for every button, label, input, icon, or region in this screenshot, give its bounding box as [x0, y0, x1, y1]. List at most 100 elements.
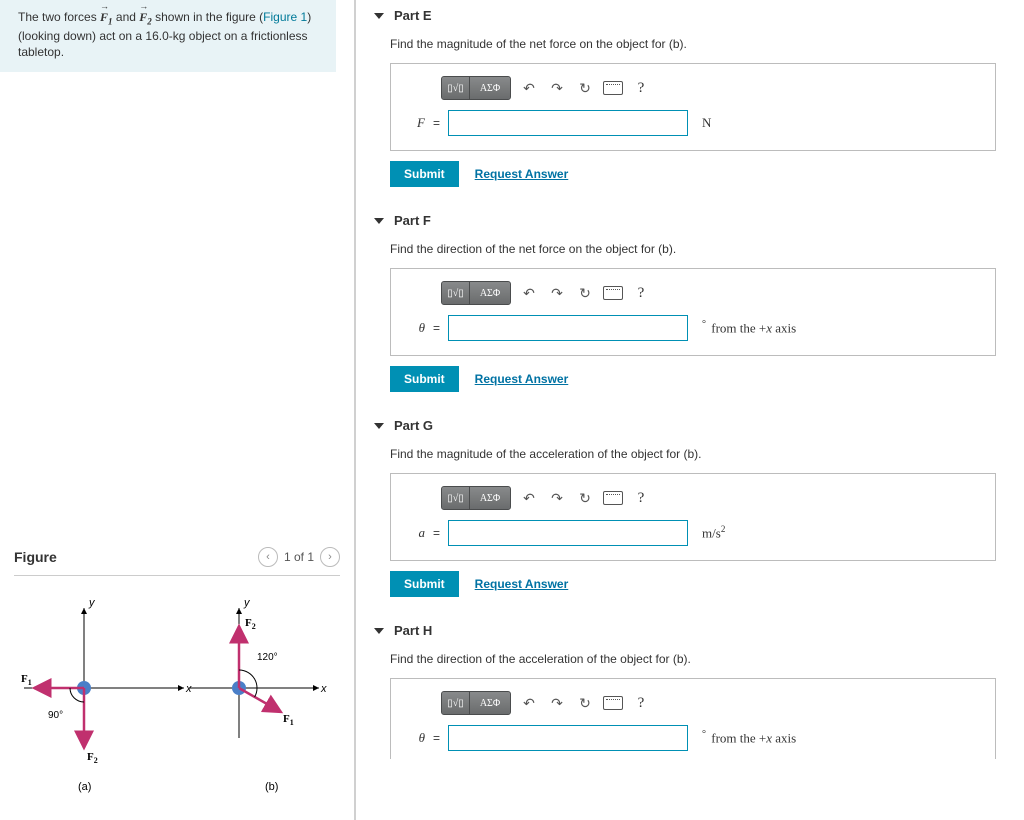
- greek-button[interactable]: ΑΣΦ: [470, 77, 510, 99]
- var-label: a: [405, 525, 425, 541]
- help-icon[interactable]: ?: [631, 488, 651, 508]
- svg-text:x: x: [185, 683, 192, 695]
- reset-icon[interactable]: ↻: [575, 693, 595, 713]
- undo-icon[interactable]: ↶: [519, 693, 539, 713]
- var-label: θ: [405, 320, 425, 336]
- figure-prev-button[interactable]: ‹: [258, 547, 278, 567]
- keyboard-icon[interactable]: [603, 78, 623, 98]
- figure-link[interactable]: Figure 1: [263, 10, 307, 24]
- svg-text:90°: 90°: [48, 710, 63, 721]
- undo-icon[interactable]: ↶: [519, 283, 539, 303]
- redo-icon[interactable]: ↷: [547, 78, 567, 98]
- format-button[interactable]: ▯√▯: [442, 692, 470, 714]
- part-h-answer-box: ▯√▯ ΑΣΦ ↶ ↷ ↻ ? θ = ° from the +x axis: [390, 678, 996, 759]
- request-answer-link[interactable]: Request Answer: [475, 577, 569, 591]
- request-answer-link[interactable]: Request Answer: [475, 167, 569, 181]
- figure-title: Figure: [14, 549, 57, 565]
- answer-input[interactable]: [448, 110, 688, 136]
- part-h-header[interactable]: Part H: [374, 615, 996, 648]
- problem-statement: The two forces F1 and F2 shown in the fi…: [0, 0, 336, 72]
- part-e: Part E Find the magnitude of the net for…: [374, 0, 996, 187]
- unit-label: ° from the +x axis: [702, 319, 796, 336]
- answer-line: θ = ° from the +x axis: [405, 315, 981, 341]
- part-f-answer-box: ▯√▯ ΑΣΦ ↶ ↷ ↻ ? θ = ° from the +x axis: [390, 268, 996, 356]
- figure-nav-text: 1 of 1: [284, 550, 314, 564]
- answer-toolbar: ▯√▯ ΑΣΦ ↶ ↷ ↻ ?: [441, 281, 981, 305]
- part-g-title: Part G: [394, 418, 433, 433]
- greek-button[interactable]: ΑΣΦ: [470, 692, 510, 714]
- right-pane: Part E Find the magnitude of the net for…: [356, 0, 1024, 820]
- svg-text:F2: F2: [87, 751, 98, 765]
- request-answer-link[interactable]: Request Answer: [475, 372, 569, 386]
- format-button[interactable]: ▯√▯: [442, 487, 470, 509]
- answer-input[interactable]: [448, 315, 688, 341]
- part-h-prompt: Find the direction of the acceleration o…: [390, 652, 996, 666]
- part-g-prompt: Find the magnitude of the acceleration o…: [390, 447, 996, 461]
- svg-text:(a): (a): [78, 781, 91, 793]
- redo-icon[interactable]: ↷: [547, 693, 567, 713]
- figure-svg: y x F1 F2 90° (a) y x F2: [14, 588, 334, 810]
- submit-button[interactable]: Submit: [390, 571, 459, 597]
- vector-f2: F2: [139, 10, 152, 24]
- part-g-header[interactable]: Part G: [374, 410, 996, 443]
- answer-input[interactable]: [448, 725, 688, 751]
- svg-text:F1: F1: [283, 713, 294, 727]
- help-icon[interactable]: ?: [631, 78, 651, 98]
- undo-icon[interactable]: ↶: [519, 78, 539, 98]
- greek-button[interactable]: ΑΣΦ: [470, 282, 510, 304]
- format-group: ▯√▯ ΑΣΦ: [441, 691, 511, 715]
- answer-toolbar: ▯√▯ ΑΣΦ ↶ ↷ ↻ ?: [441, 76, 981, 100]
- figure-header: Figure ‹ 1 of 1 ›: [14, 541, 340, 576]
- reset-icon[interactable]: ↻: [575, 488, 595, 508]
- format-button[interactable]: ▯√▯: [442, 77, 470, 99]
- unit-label: N: [702, 115, 711, 131]
- answer-toolbar: ▯√▯ ΑΣΦ ↶ ↷ ↻ ?: [441, 486, 981, 510]
- figure-next-button[interactable]: ›: [320, 547, 340, 567]
- problem-text: The two forces: [18, 10, 100, 24]
- submit-row: Submit Request Answer: [390, 571, 996, 597]
- keyboard-icon[interactable]: [603, 488, 623, 508]
- unit-label: m/s2: [702, 524, 725, 541]
- greek-button[interactable]: ΑΣΦ: [470, 487, 510, 509]
- unit-label: ° from the +x axis: [702, 729, 796, 746]
- svg-text:F1: F1: [21, 673, 32, 687]
- help-icon[interactable]: ?: [631, 693, 651, 713]
- submit-row: Submit Request Answer: [390, 161, 996, 187]
- part-e-header[interactable]: Part E: [374, 0, 996, 33]
- answer-input[interactable]: [448, 520, 688, 546]
- svg-text:(b): (b): [265, 781, 278, 793]
- undo-icon[interactable]: ↶: [519, 488, 539, 508]
- part-h: Part H Find the direction of the acceler…: [374, 615, 996, 759]
- answer-toolbar: ▯√▯ ΑΣΦ ↶ ↷ ↻ ?: [441, 691, 981, 715]
- svg-text:120°: 120°: [257, 652, 278, 663]
- submit-button[interactable]: Submit: [390, 366, 459, 392]
- format-group: ▯√▯ ΑΣΦ: [441, 486, 511, 510]
- caret-down-icon: [374, 628, 384, 634]
- caret-down-icon: [374, 13, 384, 19]
- submit-button[interactable]: Submit: [390, 161, 459, 187]
- redo-icon[interactable]: ↷: [547, 283, 567, 303]
- var-label: F: [405, 115, 425, 131]
- part-e-answer-box: ▯√▯ ΑΣΦ ↶ ↷ ↻ ? F = N: [390, 63, 996, 151]
- help-icon[interactable]: ?: [631, 283, 651, 303]
- keyboard-icon[interactable]: [603, 283, 623, 303]
- part-f-header[interactable]: Part F: [374, 205, 996, 238]
- redo-icon[interactable]: ↷: [547, 488, 567, 508]
- keyboard-icon[interactable]: [603, 693, 623, 713]
- reset-icon[interactable]: ↻: [575, 283, 595, 303]
- part-g-answer-box: ▯√▯ ΑΣΦ ↶ ↷ ↻ ? a = m/s2: [390, 473, 996, 561]
- left-pane: The two forces F1 and F2 shown in the fi…: [0, 0, 356, 820]
- part-e-prompt: Find the magnitude of the net force on t…: [390, 37, 996, 51]
- svg-text:y: y: [243, 597, 251, 609]
- format-button[interactable]: ▯√▯: [442, 282, 470, 304]
- submit-row: Submit Request Answer: [390, 366, 996, 392]
- answer-line: a = m/s2: [405, 520, 981, 546]
- reset-icon[interactable]: ↻: [575, 78, 595, 98]
- answer-line: θ = ° from the +x axis: [405, 725, 981, 751]
- figure-body: y x F1 F2 90° (a) y x F2: [14, 588, 340, 810]
- part-e-title: Part E: [394, 8, 432, 23]
- format-group: ▯√▯ ΑΣΦ: [441, 76, 511, 100]
- part-f: Part F Find the direction of the net for…: [374, 205, 996, 392]
- part-f-title: Part F: [394, 213, 431, 228]
- svg-text:y: y: [88, 597, 96, 609]
